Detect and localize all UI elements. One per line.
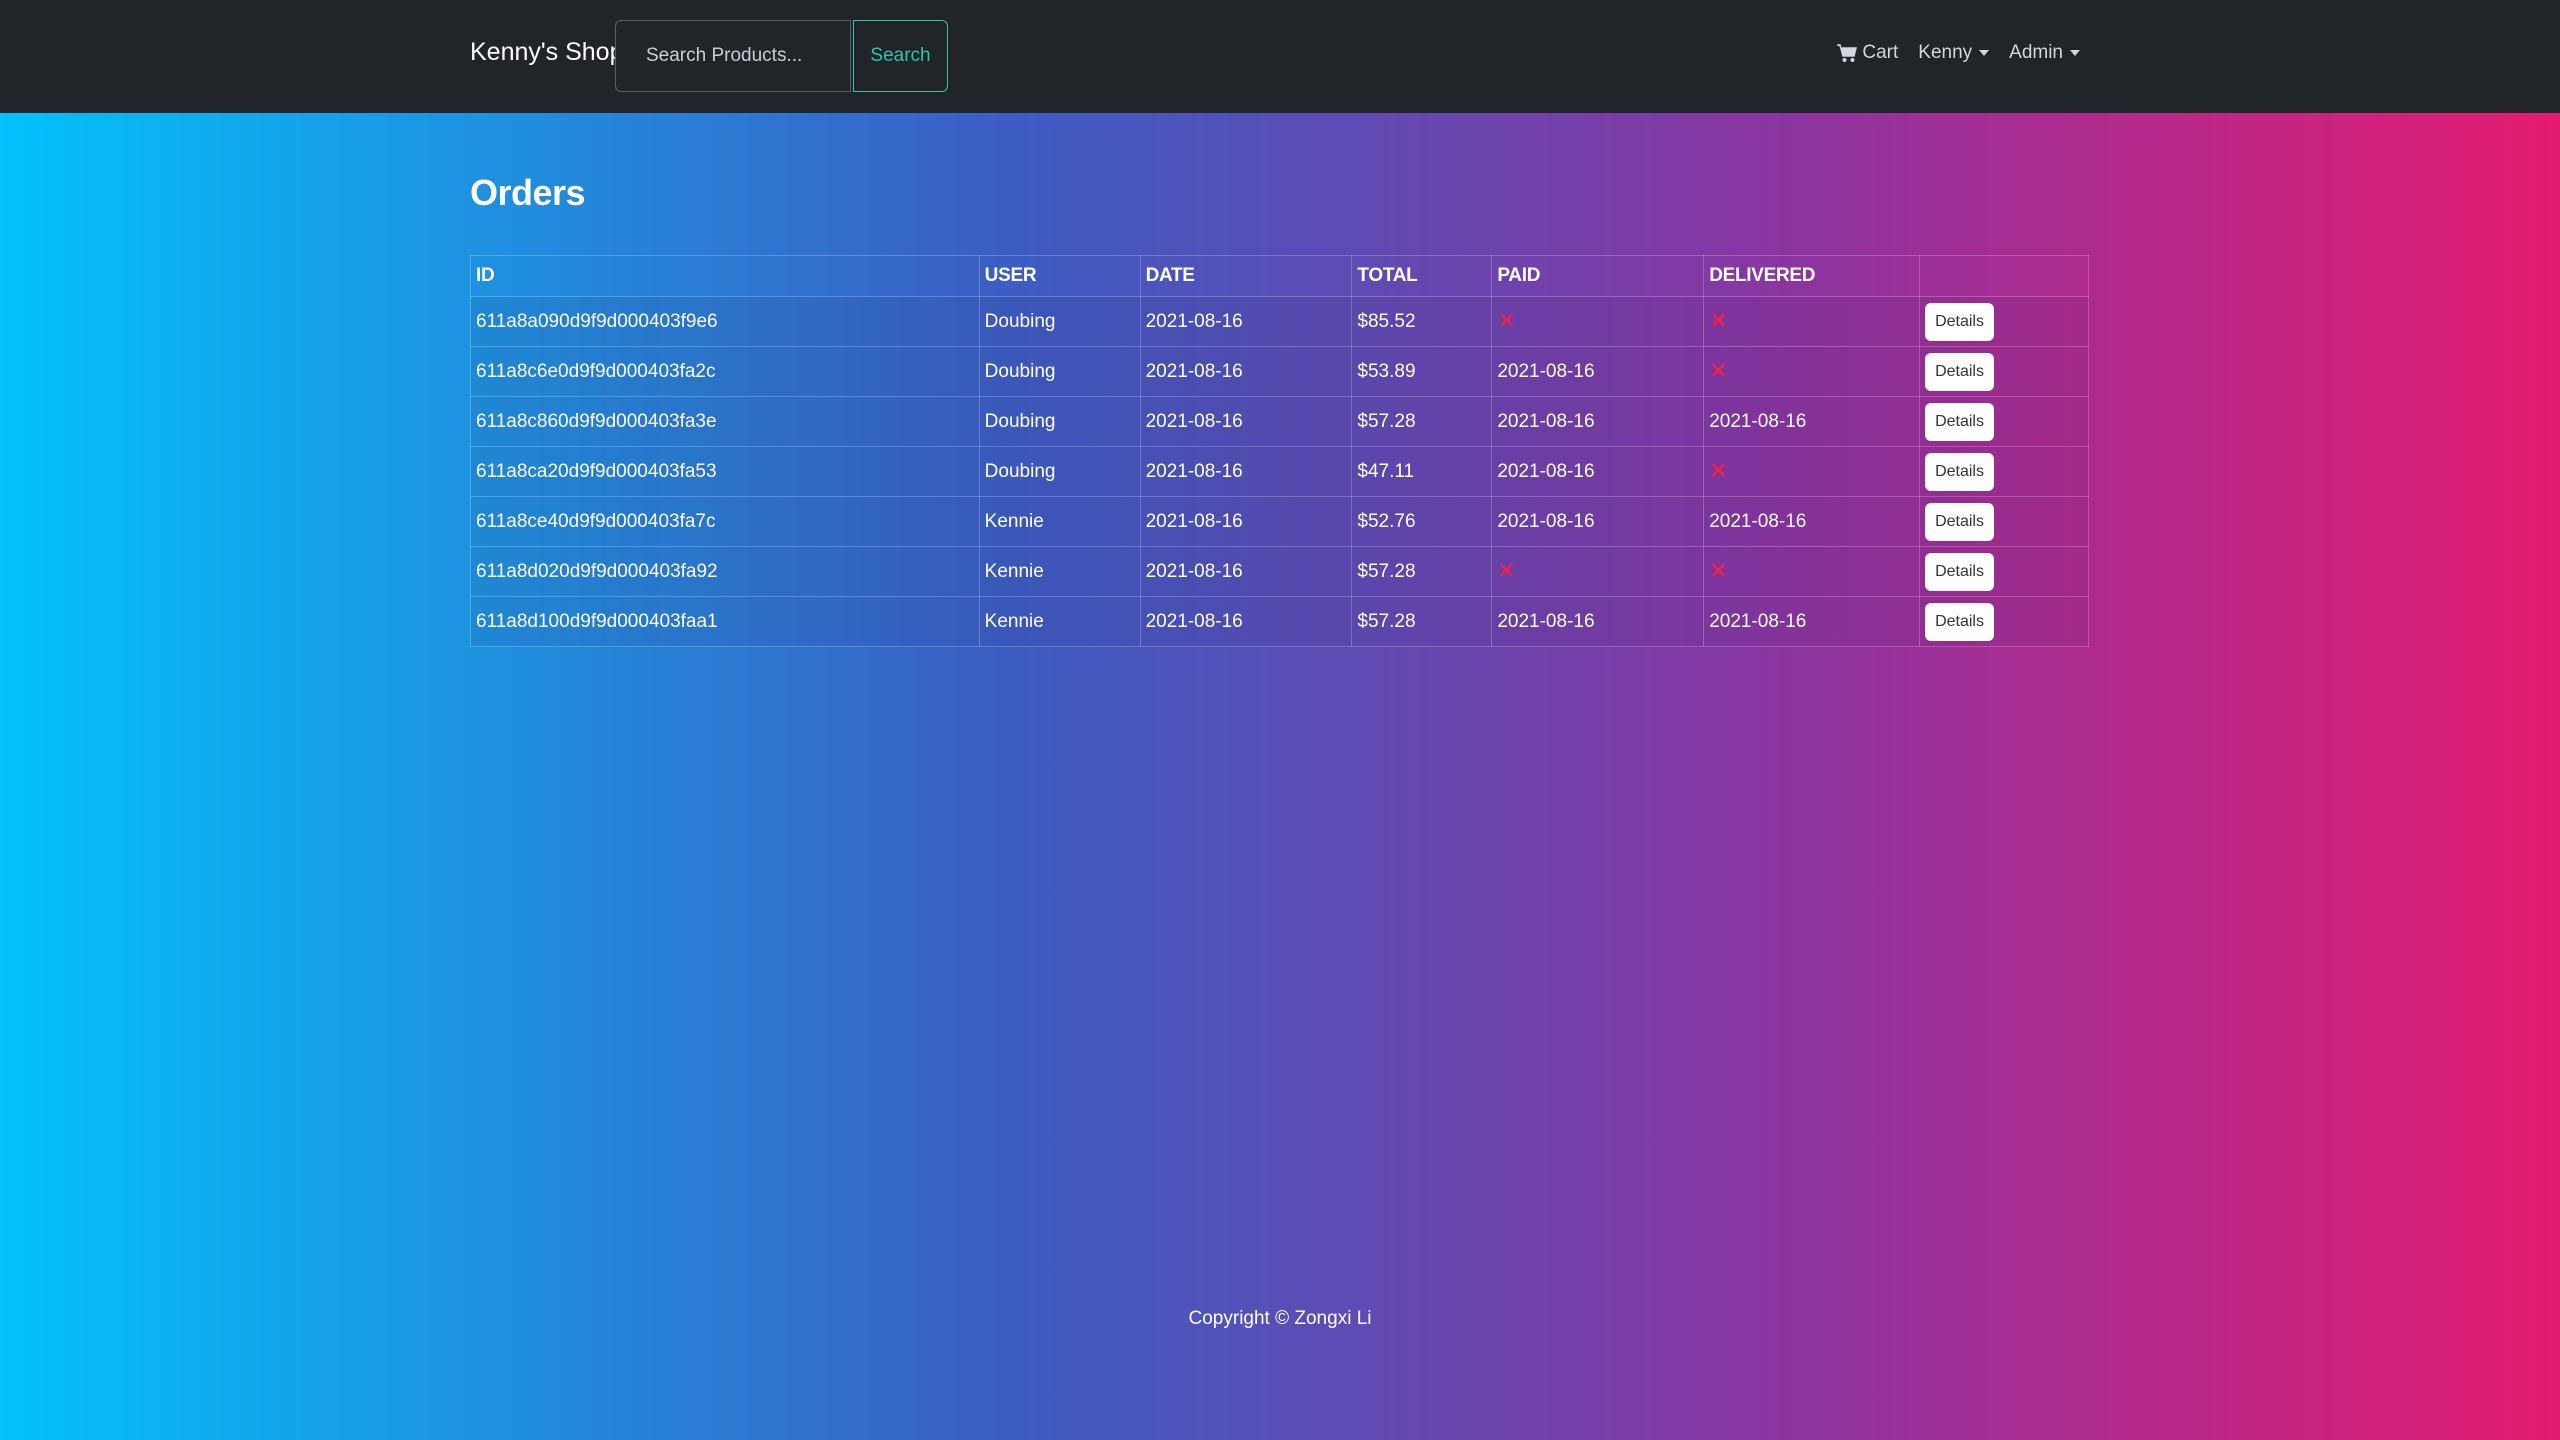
order-date-cell: 2021-08-16	[1139, 546, 1353, 597]
x-icon: ✕	[1497, 307, 1516, 333]
brand-logo-link[interactable]: Kenny's Shop	[470, 38, 624, 67]
cart-icon	[1836, 43, 1858, 63]
table-row: 611a8c6e0d9f9d000403fa2c Doubing 2021-08-1…	[470, 346, 2089, 397]
column-header-id: ID	[470, 255, 980, 297]
order-delivered-cell: ✕	[1703, 296, 1921, 347]
column-header-actions	[1919, 255, 2089, 297]
order-total-cell: $57.28	[1351, 546, 1493, 597]
page-title: Orders	[470, 172, 586, 213]
search-input[interactable]	[615, 20, 851, 92]
user-dropdown[interactable]: Kenny	[1918, 42, 1990, 64]
order-user-cell: Doubing	[978, 446, 1141, 497]
x-icon: ✕	[1709, 357, 1728, 383]
order-id-cell: 611a8a090d9f9d000403f9e6	[470, 296, 980, 347]
cart-label: Cart	[1862, 42, 1899, 63]
order-id-cell: 611a8c6e0d9f9d000403fa2c	[470, 346, 980, 397]
order-date-cell: 2021-08-16	[1139, 446, 1353, 497]
table-header-row: ID USER DATE TOTAL PAID DELIVERED	[470, 255, 2089, 297]
details-button[interactable]: Details	[1925, 552, 1994, 591]
order-actions-cell: Details	[1919, 396, 2089, 447]
details-button[interactable]: Details	[1925, 352, 1994, 391]
order-date-cell: 2021-08-16	[1139, 396, 1353, 447]
order-user-cell: Kennie	[978, 496, 1141, 547]
column-header-delivered: DELIVERED	[1703, 255, 1921, 297]
chevron-down-icon	[2070, 50, 2080, 56]
table-row: 611a8c860d9f9d000403fa3e Doubing 2021-08-1…	[470, 396, 2089, 447]
column-header-date: DATE	[1139, 255, 1353, 297]
column-header-paid: PAID	[1491, 255, 1705, 297]
order-total-cell: $85.52	[1351, 296, 1493, 347]
details-button[interactable]: Details	[1925, 402, 1994, 441]
details-button[interactable]: Details	[1925, 452, 1994, 491]
x-icon: ✕	[1709, 457, 1728, 483]
orders-table-body: 611a8a090d9f9d000403f9e6 Doubing 2021-08-1…	[470, 296, 2089, 647]
order-user-cell: Kennie	[978, 596, 1141, 647]
order-delivered-cell: ✕	[1703, 546, 1921, 597]
order-paid-cell: 2021-08-16	[1491, 396, 1705, 447]
table-row: 611a8d100d9f9d000403faa1 Kennie 2021-08-16…	[470, 596, 2089, 647]
order-total-cell: $53.89	[1351, 346, 1493, 397]
order-paid-cell: 2021-08-16	[1491, 596, 1705, 647]
order-user-cell: Doubing	[978, 296, 1141, 347]
order-id-cell: 611a8ca20d9f9d000403fa53	[470, 446, 980, 497]
column-header-user: USER	[978, 255, 1141, 297]
orders-table: ID USER DATE TOTAL PAID DELIVERED 611a8a…	[470, 255, 2089, 647]
order-delivered-cell: ✕	[1703, 346, 1921, 397]
details-button[interactable]: Details	[1925, 602, 1994, 641]
order-total-cell: $57.28	[1351, 396, 1493, 447]
order-actions-cell: Details	[1919, 296, 2089, 347]
order-actions-cell: Details	[1919, 446, 2089, 497]
x-icon: ✕	[1709, 557, 1728, 583]
order-paid-cell: 2021-08-16	[1491, 496, 1705, 547]
search-button[interactable]: Search	[853, 20, 948, 92]
details-button[interactable]: Details	[1925, 502, 1994, 541]
column-header-total: TOTAL	[1351, 255, 1493, 297]
x-icon: ✕	[1709, 307, 1728, 333]
order-actions-cell: Details	[1919, 496, 2089, 547]
order-date-cell: 2021-08-16	[1139, 296, 1353, 347]
order-id-cell: 611a8c860d9f9d000403fa3e	[470, 396, 980, 447]
table-row: 611a8d020d9f9d000403fa92 Kennie 2021-08-16…	[470, 546, 2089, 597]
order-total-cell: $57.28	[1351, 596, 1493, 647]
order-date-cell: 2021-08-16	[1139, 346, 1353, 397]
order-date-cell: 2021-08-16	[1139, 496, 1353, 547]
order-paid-cell: 2021-08-16	[1491, 446, 1705, 497]
chevron-down-icon	[1979, 50, 1990, 56]
order-id-cell: 611a8d100d9f9d000403faa1	[470, 596, 980, 647]
order-total-cell: $47.11	[1351, 446, 1493, 497]
cart-link[interactable]: Cart	[1836, 42, 1898, 64]
order-id-cell: 611a8d020d9f9d000403fa92	[470, 546, 980, 597]
order-date-cell: 2021-08-16	[1139, 596, 1353, 647]
nav-right-menu: Cart Kenny Admin	[1836, 42, 2080, 64]
table-row: 611a8ca20d9f9d000403fa53 Doubing 2021-08-1…	[470, 446, 2089, 497]
order-delivered-cell: 2021-08-16	[1703, 496, 1921, 547]
order-paid-cell: 2021-08-16	[1491, 346, 1705, 397]
details-button[interactable]: Details	[1925, 302, 1994, 341]
table-row: 611a8ce40d9f9d000403fa7c Kennie 2021-08-16…	[470, 496, 2089, 547]
order-delivered-cell: ✕	[1703, 446, 1921, 497]
order-delivered-cell: 2021-08-16	[1703, 596, 1921, 647]
order-user-cell: Doubing	[978, 396, 1141, 447]
order-delivered-cell: 2021-08-16	[1703, 396, 1921, 447]
order-user-cell: Doubing	[978, 346, 1141, 397]
order-actions-cell: Details	[1919, 546, 2089, 597]
order-actions-cell: Details	[1919, 346, 2089, 397]
order-paid-cell: ✕	[1491, 296, 1705, 347]
footer-copyright: Copyright © Zongxi Li	[1188, 1308, 1372, 1329]
order-total-cell: $52.76	[1351, 496, 1493, 547]
admin-dropdown-label: Admin	[2009, 42, 2063, 63]
admin-dropdown[interactable]: Admin	[2009, 42, 2080, 64]
order-actions-cell: Details	[1919, 596, 2089, 647]
table-row: 611a8a090d9f9d000403f9e6 Doubing 2021-08-1…	[470, 296, 2089, 347]
order-user-cell: Kennie	[978, 546, 1141, 597]
order-paid-cell: ✕	[1491, 546, 1705, 597]
x-icon: ✕	[1497, 557, 1516, 583]
order-id-cell: 611a8ce40d9f9d000403fa7c	[470, 496, 980, 547]
user-dropdown-label: Kenny	[1918, 42, 1973, 63]
navbar: Kenny's Shop Search Cart Kenny Admin	[0, 0, 2560, 113]
